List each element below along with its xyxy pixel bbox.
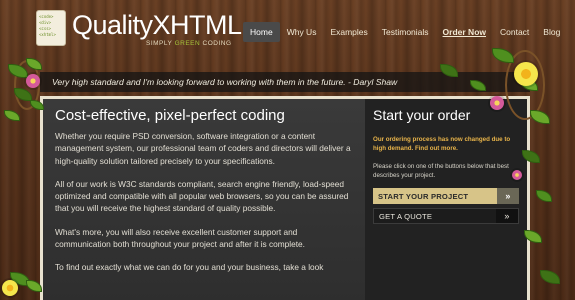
logo-wordmark[interactable]: QualityXHTML (72, 10, 242, 41)
main-nav: Home Why Us Examples Testimonials Order … (243, 22, 567, 42)
nav-why-us[interactable]: Why Us (280, 22, 324, 42)
logo-tagline: SIMPLY GREEN CODING (146, 40, 232, 47)
nav-blog[interactable]: Blog (536, 22, 567, 42)
get-quote-button[interactable]: GET A QUOTE » (373, 208, 519, 224)
order-notice-link[interactable]: Our ordering process has now changed due… (373, 135, 519, 153)
logo-name-xhtml: XHTML (152, 10, 243, 40)
logo-name-quality: Quality (72, 10, 153, 40)
start-project-button[interactable]: START YOUR PROJECT » (373, 188, 519, 204)
pink-flower-decoration (512, 170, 522, 180)
tagline-coding: CODING (200, 40, 232, 47)
tagline-green: GREEN (174, 40, 201, 47)
nav-order-now[interactable]: Order Now (436, 22, 493, 42)
main-heading: Cost-effective, pixel-perfect coding (55, 107, 285, 124)
double-chevron-right-icon: » (497, 188, 519, 204)
logo-icon-line: <xhtml> (39, 32, 56, 37)
pink-flower-decoration (26, 74, 40, 88)
nav-contact[interactable]: Contact (493, 22, 536, 42)
double-chevron-right-icon: » (496, 209, 518, 223)
main-content: Cost-effective, pixel-perfect coding Whe… (43, 99, 365, 300)
nav-examples[interactable]: Examples (323, 22, 374, 42)
order-sidebar: Start your order Our ordering process ha… (365, 99, 527, 300)
logo-icon[interactable]: <code> <div> <css> <xhtml> (36, 10, 66, 46)
order-instruction: Please click on one of the buttons below… (373, 163, 509, 179)
nav-testimonials[interactable]: Testimonials (375, 22, 436, 42)
yellow-flower-decoration (2, 280, 18, 296)
quote-text: Very high standard and I'm looking forwa… (52, 77, 346, 87)
tagline-simply: SIMPLY (146, 40, 175, 47)
cta-paragraph: To find out exactly what we can do for y… (55, 262, 324, 273)
quote-author: - Daryl Shaw (345, 77, 398, 87)
start-project-label: START YOUR PROJECT (378, 191, 469, 201)
nav-home[interactable]: Home (243, 22, 280, 42)
get-quote-label: GET A QUOTE (379, 211, 433, 221)
intro-paragraph: Whether you require PSD conversion, soft… (55, 131, 351, 166)
main-panel: Cost-effective, pixel-perfect coding Whe… (40, 96, 530, 300)
yellow-flower-decoration (514, 62, 538, 86)
support-paragraph: What's more, you will also receive excel… (55, 226, 305, 250)
pink-flower-decoration (490, 96, 504, 110)
standards-paragraph: All of our work is W3C standards complia… (55, 178, 349, 214)
